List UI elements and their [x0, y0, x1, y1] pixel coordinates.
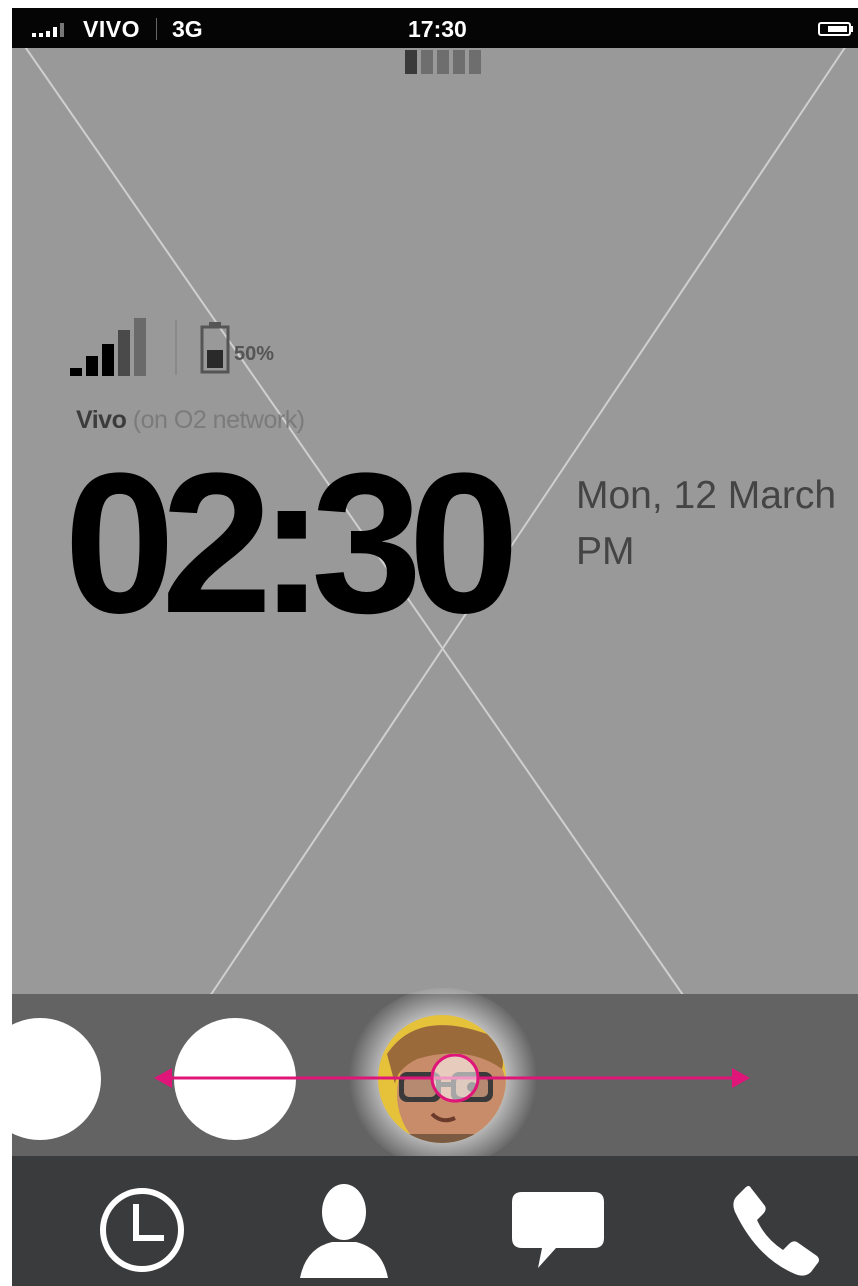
favorite-contacts-carousel[interactable]	[12, 988, 858, 1168]
carrier-line: Vivo (on O2 network)	[76, 406, 305, 435]
tab-recent[interactable]	[92, 1178, 192, 1278]
pull-down-handle[interactable]	[405, 50, 485, 74]
info-divider	[175, 320, 177, 375]
tab-phone[interactable]	[727, 1178, 827, 1278]
swipe-indicator	[154, 1054, 750, 1103]
lock-screen: VIVO 3G 17:30 50% Vivo (on O2 network) 0…	[12, 8, 858, 1286]
person-icon	[300, 1184, 388, 1278]
contact-avatar[interactable]	[12, 1018, 101, 1140]
status-network: 3G	[172, 16, 203, 42]
battery-percentage: 50%	[234, 343, 275, 365]
signal-icon	[32, 23, 64, 37]
battery-level-icon	[200, 322, 230, 374]
status-divider	[156, 18, 157, 40]
tab-messages[interactable]	[508, 1178, 608, 1278]
ampm-label: PM	[576, 530, 635, 573]
clock-icon	[100, 1188, 184, 1272]
bottom-tab-bar	[12, 1156, 858, 1286]
tab-contacts[interactable]	[292, 1178, 392, 1278]
network-note: (on O2 network)	[132, 406, 305, 434]
status-time: 17:30	[408, 16, 467, 42]
phone-icon	[733, 1186, 819, 1276]
speech-bubble-icon	[512, 1192, 604, 1268]
battery-icon	[818, 22, 853, 36]
carrier-name: Vivo	[76, 406, 127, 434]
signal-strength-icon	[70, 318, 146, 376]
date-label: Mon, 12 March	[576, 474, 837, 517]
clock-time: 02:30	[64, 432, 520, 655]
status-bar: VIVO 3G 17:30	[12, 8, 858, 48]
status-carrier: VIVO	[83, 16, 140, 42]
